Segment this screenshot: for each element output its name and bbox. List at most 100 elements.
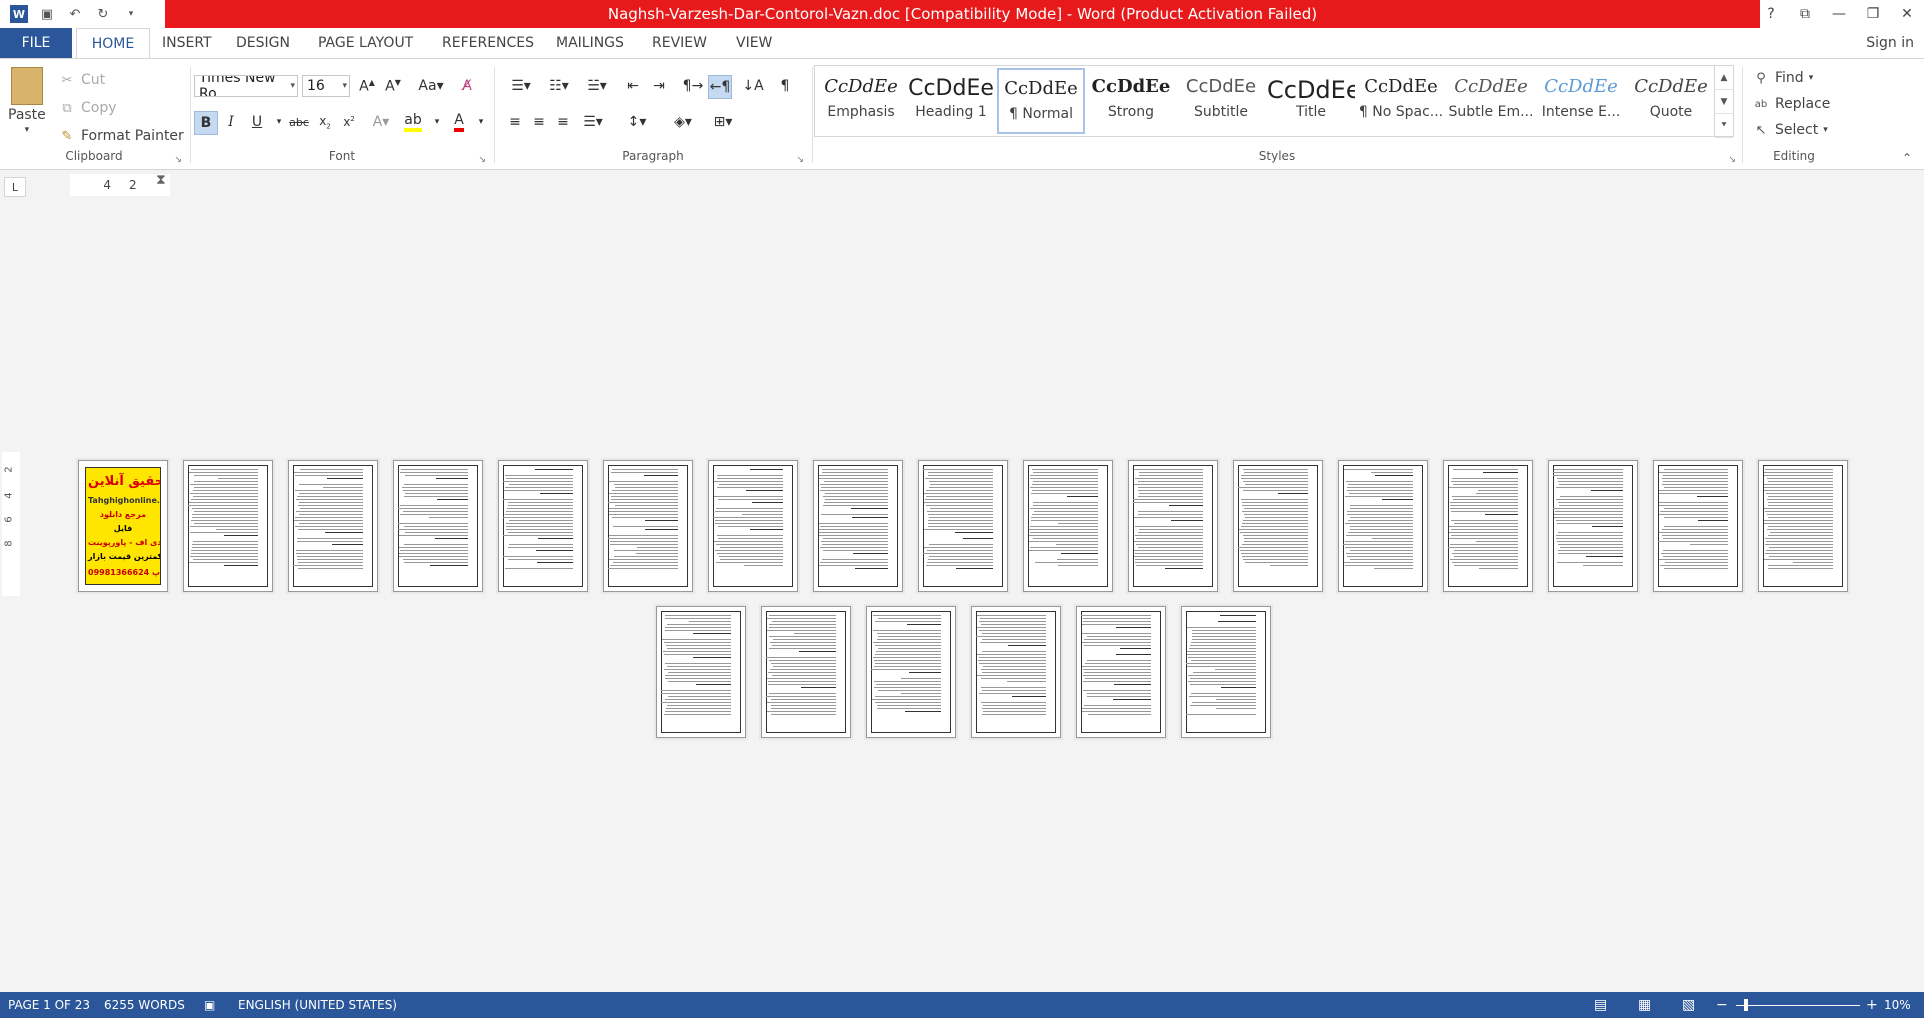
page-thumbnail[interactable]: [183, 460, 273, 592]
page-thumbnail[interactable]: [498, 460, 588, 592]
page-thumbnail[interactable]: [1233, 460, 1323, 592]
show-marks-button[interactable]: ¶: [774, 75, 796, 97]
increase-indent-button[interactable]: ⇥: [648, 75, 670, 97]
language-status[interactable]: ENGLISH (UNITED STATES): [238, 992, 397, 1018]
change-case-button[interactable]: Aa▾: [414, 75, 448, 97]
style-heading-1[interactable]: CcDdEe Heading 1: [907, 68, 995, 134]
page-thumbnail[interactable]: [866, 606, 956, 738]
print-layout-icon[interactable]: ▦: [1638, 992, 1651, 1018]
sort-button[interactable]: ↓A: [742, 75, 764, 97]
underline-dropdown[interactable]: ▾: [268, 111, 290, 133]
grow-font-button[interactable]: A▲: [356, 75, 378, 97]
format-painter-button[interactable]: ✎ Format Painter: [58, 127, 184, 145]
paste-button[interactable]: Paste ▾: [8, 67, 46, 135]
page-thumbnail[interactable]: [1076, 606, 1166, 738]
word-count[interactable]: 6255 WORDS: [104, 992, 185, 1018]
font-size-combo[interactable]: 16 ▾: [302, 75, 350, 97]
numbering-button[interactable]: ☷▾: [542, 75, 576, 97]
dialog-launcher-icon[interactable]: ↘: [796, 155, 804, 165]
gallery-more-button[interactable]: ⯆: [1715, 114, 1733, 138]
superscript-button[interactable]: x2: [338, 111, 360, 133]
style-emphasis[interactable]: CcDdEe Emphasis: [817, 68, 905, 134]
copy-button[interactable]: ⧉ Copy: [58, 99, 116, 117]
page-thumbnail[interactable]: [1758, 460, 1848, 592]
style-quote[interactable]: CcDdEe Quote: [1627, 68, 1715, 134]
tab-home[interactable]: HOME: [76, 28, 150, 58]
gallery-down-button[interactable]: ▼: [1715, 90, 1733, 114]
save-icon[interactable]: ▣: [38, 5, 56, 23]
page-thumbnail[interactable]: [971, 606, 1061, 738]
ltr-button[interactable]: ¶→: [682, 75, 704, 97]
justify-button[interactable]: ☰▾: [576, 111, 610, 133]
line-spacing-button[interactable]: ↕▾: [620, 111, 654, 133]
ribbon-display-options-button[interactable]: ⧉: [1788, 0, 1822, 28]
dialog-launcher-icon[interactable]: ↘: [478, 155, 486, 165]
align-left-button[interactable]: ≡: [504, 111, 526, 133]
tab-design[interactable]: DESIGN: [236, 28, 290, 58]
align-right-button[interactable]: ≡: [552, 111, 574, 133]
zoom-thumb[interactable]: [1744, 998, 1748, 1011]
italic-button[interactable]: I: [220, 111, 242, 133]
tab-page-layout[interactable]: PAGE LAYOUT: [318, 28, 413, 58]
underline-button[interactable]: U: [246, 111, 268, 133]
read-mode-icon[interactable]: ▤: [1594, 992, 1607, 1018]
tab-mailings[interactable]: MAILINGS: [556, 28, 624, 58]
highlight-button[interactable]: ab: [402, 111, 424, 133]
page-count[interactable]: PAGE 1 OF 23: [8, 992, 90, 1018]
ruler-scale[interactable]: 4 2: [70, 174, 170, 196]
decrease-indent-button[interactable]: ⇤: [622, 75, 644, 97]
select-button[interactable]: ↖ Select ▾: [1752, 121, 1828, 139]
bold-button[interactable]: B: [194, 111, 218, 135]
page-thumbnail[interactable]: [708, 460, 798, 592]
font-name-combo[interactable]: Times New Ro ▾: [194, 75, 298, 97]
style-subtle-emphasis[interactable]: CcDdEe Subtle Em...: [1447, 68, 1535, 134]
rtl-button[interactable]: ←¶: [708, 75, 732, 99]
page-thumbnail[interactable]: [1181, 606, 1271, 738]
page-thumbnail[interactable]: [918, 460, 1008, 592]
page-thumbnail[interactable]: [813, 460, 903, 592]
proofing-icon[interactable]: ▣: [204, 992, 215, 1018]
tab-review[interactable]: REVIEW: [652, 28, 707, 58]
page-thumbnail[interactable]: [1653, 460, 1743, 592]
font-color-button[interactable]: A: [448, 111, 470, 133]
align-center-button[interactable]: ≡: [528, 111, 550, 133]
style-strong[interactable]: CcDdEe Strong: [1087, 68, 1175, 134]
close-button[interactable]: ✕: [1890, 0, 1924, 28]
page-thumbnail[interactable]: [1548, 460, 1638, 592]
sign-in-link[interactable]: Sign in: [1866, 28, 1914, 58]
subscript-button[interactable]: x2: [314, 111, 336, 133]
page-thumbnail-cover[interactable]: تحقیق آنلاین Tahghighonline.ir مرجع دانل…: [78, 460, 168, 592]
replace-button[interactable]: ab Replace: [1752, 95, 1831, 113]
undo-icon[interactable]: ↶: [66, 5, 84, 23]
page-thumbnail[interactable]: [603, 460, 693, 592]
bullets-button[interactable]: ☰▾: [504, 75, 538, 97]
tab-references[interactable]: REFERENCES: [442, 28, 534, 58]
collapse-ribbon-icon[interactable]: ⌃: [1902, 151, 1912, 165]
help-button[interactable]: ?: [1754, 0, 1788, 28]
find-button[interactable]: ⚲ Find ▾: [1752, 69, 1813, 87]
highlight-dropdown[interactable]: ▾: [426, 111, 448, 133]
tab-insert[interactable]: INSERT: [162, 28, 212, 58]
page-thumbnail[interactable]: [288, 460, 378, 592]
zoom-out-button[interactable]: −: [1716, 992, 1728, 1018]
page-thumbnail[interactable]: [1338, 460, 1428, 592]
customize-qat-icon[interactable]: ▾: [122, 5, 140, 23]
cut-button[interactable]: ✂ Cut: [58, 71, 106, 89]
multilevel-list-button[interactable]: ☱▾: [580, 75, 614, 97]
shading-button[interactable]: ◈▾: [666, 111, 700, 133]
minimize-button[interactable]: —: [1822, 0, 1856, 28]
page-thumbnail[interactable]: [1128, 460, 1218, 592]
zoom-in-button[interactable]: +: [1866, 992, 1878, 1018]
style-intense-emphasis[interactable]: CcDdEe Intense E...: [1537, 68, 1625, 134]
page-thumbnail[interactable]: [1023, 460, 1113, 592]
redo-icon[interactable]: ↻: [94, 5, 112, 23]
tab-view[interactable]: VIEW: [736, 28, 772, 58]
indent-marker-icon[interactable]: ⧗: [156, 172, 166, 188]
borders-button[interactable]: ⊞▾: [706, 111, 740, 133]
text-effects-button[interactable]: A▾: [370, 111, 392, 133]
page-thumbnail[interactable]: [656, 606, 746, 738]
zoom-level[interactable]: 10%: [1884, 992, 1911, 1018]
style-no-spacing[interactable]: CcDdEe ¶ No Spac...: [1357, 68, 1445, 134]
style-title[interactable]: CcDdEe Title: [1267, 68, 1355, 134]
font-color-dropdown[interactable]: ▾: [470, 111, 492, 133]
